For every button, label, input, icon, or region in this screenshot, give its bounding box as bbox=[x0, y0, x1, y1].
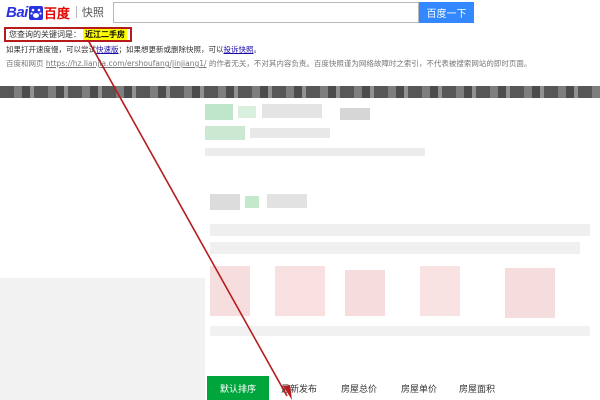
sort-bar: 默认排序 最新发布 房屋总价 房屋单价 房屋面积 bbox=[205, 376, 600, 400]
notice-text-3: 。 bbox=[253, 45, 262, 54]
baidu-logo[interactable]: Bai 百度 快照 bbox=[6, 2, 104, 22]
blur-block bbox=[262, 104, 322, 118]
blur-block bbox=[420, 266, 460, 316]
search-button[interactable]: 百度一下 bbox=[419, 2, 474, 23]
blur-block bbox=[210, 326, 590, 336]
disclaimer-text-1: 百度和网页 bbox=[6, 59, 44, 68]
logo-bai-text: Bai bbox=[6, 3, 28, 21]
blur-block bbox=[340, 108, 370, 120]
blurred-page-snapshot bbox=[0, 86, 600, 400]
blur-block bbox=[250, 128, 330, 138]
blur-block bbox=[245, 196, 259, 208]
sort-tab-total-price[interactable]: 房屋总价 bbox=[335, 376, 383, 400]
blurred-content-panel bbox=[205, 186, 600, 400]
logo-subtitle: 快照 bbox=[81, 6, 104, 19]
keyword-highlight: 近江二手房 bbox=[83, 29, 127, 40]
logo-divider bbox=[75, 6, 77, 18]
blur-block bbox=[210, 194, 240, 210]
blur-block bbox=[238, 106, 256, 118]
keyword-label: 您查询的关键词是： bbox=[9, 30, 81, 39]
blur-block bbox=[205, 104, 233, 120]
sort-tab-newest[interactable]: 最新发布 bbox=[275, 376, 323, 400]
notice-text-1: 如果打开速度慢，可以尝试 bbox=[6, 45, 96, 54]
paw-icon bbox=[28, 5, 43, 20]
blur-block bbox=[275, 266, 325, 316]
snapshot-header: Bai 百度 快照 百度一下 bbox=[0, 0, 600, 26]
search-input[interactable] bbox=[113, 2, 419, 23]
blur-block bbox=[345, 270, 385, 316]
complaint-snapshot-link[interactable]: 投诉快照 bbox=[224, 45, 254, 54]
blur-block bbox=[267, 194, 307, 208]
blur-block bbox=[210, 242, 580, 254]
sort-tab-default[interactable]: 默认排序 bbox=[207, 376, 269, 400]
blurred-nav-bar bbox=[0, 86, 600, 98]
fast-version-link[interactable]: 快速版 bbox=[96, 45, 119, 54]
logo-chinese-text: 百度 bbox=[43, 6, 70, 22]
disclaimer-line: 百度和网页 https://hz.lianjia.com/ershoufang/… bbox=[6, 58, 531, 69]
sort-tab-unit-price[interactable]: 房屋单价 bbox=[395, 376, 443, 400]
blur-block bbox=[210, 266, 250, 316]
keyword-line: 您查询的关键词是： 近江二手房 bbox=[4, 27, 132, 42]
notice-line: 如果打开速度慢，可以尝试快速版；如果想更新或删除快照，可以投诉快照。 bbox=[6, 44, 261, 55]
sort-tab-area[interactable]: 房屋面积 bbox=[453, 376, 501, 400]
notice-text-2: ；如果想更新或删除快照，可以 bbox=[118, 45, 224, 54]
source-url-link[interactable]: https://hz.lianjia.com/ershoufang/jinjia… bbox=[46, 59, 207, 68]
blur-block bbox=[210, 224, 590, 236]
blur-block bbox=[205, 148, 425, 156]
disclaimer-text-2: 的作者无关，不对其内容负责。百度快照谨为网络故障时之索引，不代表被搜索网站的即时… bbox=[208, 59, 532, 68]
blur-block bbox=[205, 126, 245, 140]
blur-block bbox=[505, 268, 555, 318]
